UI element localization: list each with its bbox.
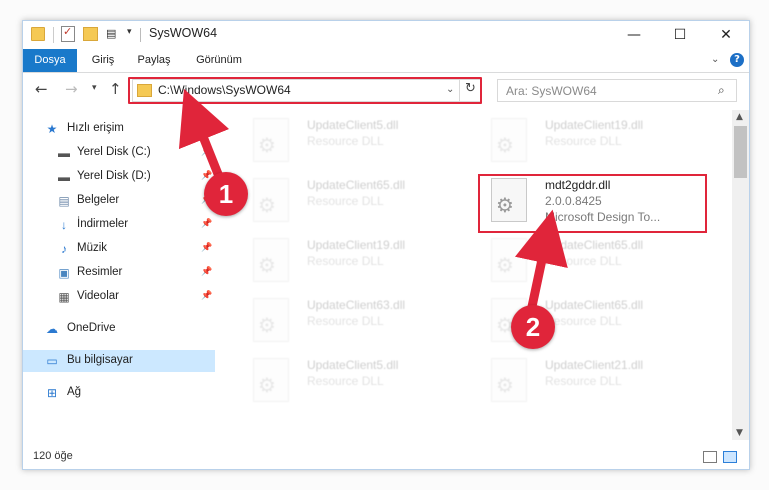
arrow-to-file bbox=[514, 209, 568, 317]
screenshot-background: ▤ ▾ SysWOW64 — ☐ ✕ Dosya Giriş Paylaş Gö… bbox=[0, 0, 769, 490]
step-1-badge: 1 bbox=[204, 172, 248, 216]
step-2-badge: 2 bbox=[511, 305, 555, 349]
annotation-arrows bbox=[178, 88, 568, 317]
